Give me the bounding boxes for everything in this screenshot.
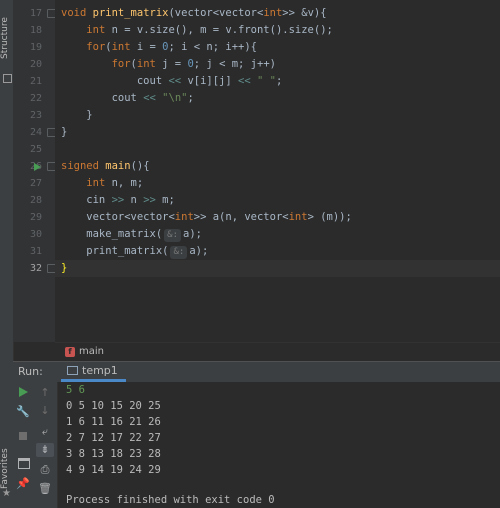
print-icon[interactable]: ⎙ bbox=[38, 463, 52, 477]
run-title: Run: bbox=[18, 365, 43, 378]
console-output-line: 3 8 13 18 23 28 bbox=[66, 448, 161, 460]
parameter-hint: &: bbox=[164, 229, 181, 242]
current-line-highlight bbox=[55, 260, 500, 277]
console-exit-message: Process finished with exit code 0 bbox=[66, 494, 275, 506]
line-number: 31 bbox=[29, 246, 42, 257]
structure-tab[interactable]: Structure bbox=[0, 6, 13, 70]
soft-wrap-icon[interactable]: ⤶ bbox=[38, 425, 52, 439]
line-number: 17 bbox=[29, 8, 42, 19]
console-output-line: 2 7 12 17 22 27 bbox=[66, 432, 161, 444]
wrench-icon[interactable]: 🔧 bbox=[16, 405, 30, 419]
line-number: 19 bbox=[29, 42, 42, 53]
run-panel-header: Run: temp1 bbox=[13, 361, 500, 383]
line-number: 30 bbox=[29, 229, 42, 240]
code-line-27: int n, m; bbox=[86, 177, 144, 189]
code-line-32: } bbox=[61, 262, 68, 274]
function-icon: f bbox=[65, 347, 75, 357]
code-line-21: cout << v[i][j] << " "; bbox=[61, 75, 283, 87]
console-output-line: 1 6 11 16 21 26 bbox=[66, 416, 161, 428]
line-number: 29 bbox=[29, 212, 42, 223]
structure-icon[interactable] bbox=[3, 74, 12, 83]
trash-icon[interactable]: 🗑 bbox=[38, 482, 52, 496]
line-number: 23 bbox=[29, 110, 42, 121]
console-tab-icon bbox=[67, 366, 78, 375]
scroll-to-end-icon[interactable]: ⇟ bbox=[36, 443, 54, 457]
editor-gutter: 17 18 19 20 21 22 23 24 25 26 27 28 29 3… bbox=[13, 0, 56, 342]
line-number: 24 bbox=[29, 127, 42, 138]
line-number: 21 bbox=[29, 76, 42, 87]
favorites-tab[interactable]: Favorites bbox=[0, 446, 13, 492]
breadcrumb: f main bbox=[55, 342, 500, 361]
code-line-18: int n = v.size(), m = v.front().size(); bbox=[86, 24, 333, 36]
stop-button[interactable] bbox=[19, 432, 27, 440]
console-output-line: 0 5 10 15 20 25 bbox=[66, 400, 161, 412]
code-line-28: cin >> n >> m; bbox=[61, 194, 175, 206]
code-line-30: make_matrix(&: a); bbox=[61, 228, 202, 242]
run-console[interactable]: 5 6 0 5 10 15 20 25 1 6 11 16 21 26 2 7 … bbox=[58, 382, 500, 508]
scroll-up-icon[interactable]: ↑ bbox=[38, 386, 52, 400]
code-editor[interactable]: void print_matrix(vector<vector<int>> &v… bbox=[55, 0, 500, 342]
left-tool-strip: Structure Favorites ★ bbox=[0, 0, 14, 508]
run-toolbar-primary: 🔧 📌 bbox=[13, 382, 33, 508]
code-line-24: } bbox=[61, 126, 68, 138]
line-number: 18 bbox=[29, 25, 42, 36]
code-line-31: print_matrix(&: a); bbox=[61, 245, 209, 259]
run-tab[interactable]: temp1 bbox=[61, 362, 126, 382]
run-gutter-icon[interactable] bbox=[34, 163, 41, 171]
line-number: 22 bbox=[29, 93, 42, 104]
line-number: 25 bbox=[29, 144, 42, 155]
line-number: 28 bbox=[29, 195, 42, 206]
run-toolbar-secondary: ↑ ↓ ⤶ ⇟ ⎙ 🗑 bbox=[33, 382, 58, 508]
rerun-button[interactable] bbox=[19, 387, 28, 397]
scroll-down-icon[interactable]: ↓ bbox=[38, 404, 52, 418]
breadcrumb-item-main[interactable]: main bbox=[79, 346, 104, 357]
parameter-hint: &: bbox=[170, 246, 188, 259]
line-number: 27 bbox=[29, 178, 42, 189]
console-input-line: 5 6 bbox=[66, 384, 85, 396]
code-line-29: vector<vector<int>> a(n, vector<int> (m)… bbox=[61, 211, 352, 223]
console-output-line: 4 9 14 19 24 29 bbox=[66, 464, 161, 476]
code-line-20: for(int j = 0; j < m; j++) bbox=[111, 58, 276, 70]
line-number-current: 32 bbox=[29, 263, 42, 274]
code-line-19: for(int i = 0; i < n; i++){ bbox=[86, 41, 258, 53]
code-line-23: } bbox=[61, 109, 93, 121]
code-line-17: void print_matrix(vector<vector<int>> &v… bbox=[61, 7, 327, 19]
run-tab-label: temp1 bbox=[82, 364, 118, 377]
layout-icon[interactable] bbox=[18, 458, 30, 469]
line-number: 20 bbox=[29, 59, 42, 70]
pin-icon[interactable]: 📌 bbox=[16, 477, 30, 491]
star-icon[interactable]: ★ bbox=[1, 488, 12, 499]
code-line-22: cout << "\n"; bbox=[61, 92, 194, 104]
code-line-26: signed main(){ bbox=[61, 160, 150, 172]
